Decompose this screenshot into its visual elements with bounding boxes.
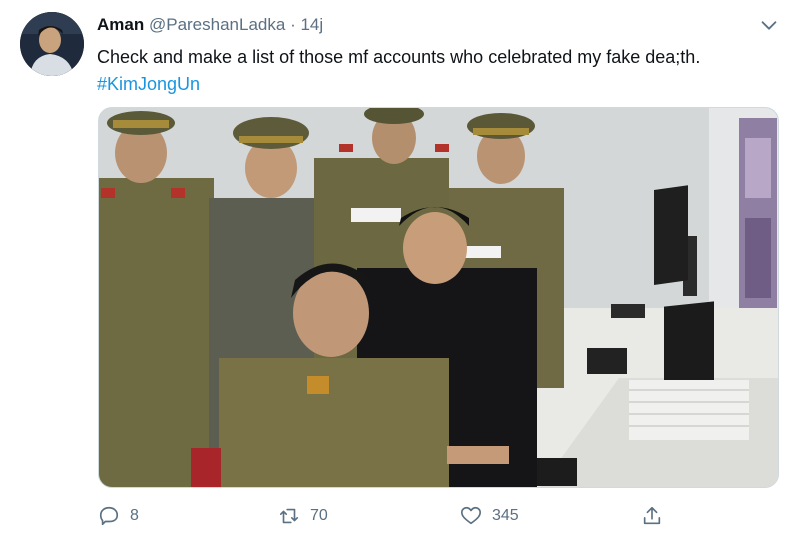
display-name[interactable]: Aman [97, 15, 144, 34]
retweet-icon [279, 508, 299, 524]
tweet-text: Check and make a list of those mf accoun… [97, 44, 777, 98]
retweet-button[interactable]: 70 [278, 500, 328, 532]
like-count: 345 [492, 507, 519, 524]
share-button[interactable] [641, 500, 663, 532]
share-icon [643, 506, 661, 525]
tweet-body: Check and make a list of those mf accoun… [97, 47, 701, 67]
tweet-menu-button[interactable] [758, 14, 780, 36]
chevron-down-icon [761, 21, 777, 30]
reply-icon [99, 506, 119, 526]
like-button[interactable]: 345 [460, 500, 519, 532]
heart-icon [461, 506, 481, 525]
separator-dot: · [290, 15, 296, 34]
tweet-header: Aman @PareshanLadka · 14j [97, 14, 323, 36]
tweet-actions: 8 70 345 [98, 500, 678, 532]
reply-button[interactable]: 8 [98, 500, 139, 532]
avatar[interactable] [20, 12, 84, 76]
tweet-photo [99, 108, 778, 487]
tweet-media[interactable] [98, 107, 779, 488]
avatar-image [20, 12, 84, 76]
retweet-count: 70 [310, 507, 328, 524]
timestamp[interactable]: 14j [300, 15, 323, 34]
user-handle[interactable]: @PareshanLadka [149, 15, 285, 34]
reply-count: 8 [130, 507, 139, 524]
hashtag-link[interactable]: #KimJongUn [97, 71, 777, 98]
